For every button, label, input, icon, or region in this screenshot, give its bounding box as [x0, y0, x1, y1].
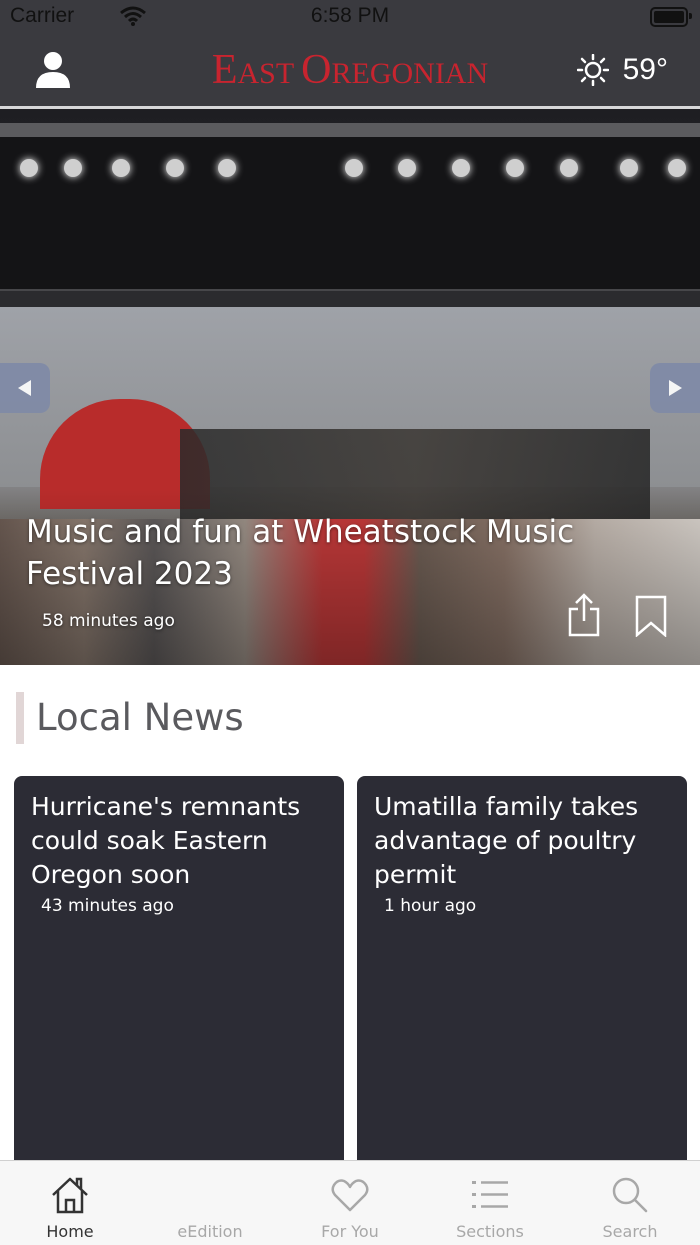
- section-title[interactable]: Local News: [36, 696, 244, 739]
- previous-slide-button[interactable]: [0, 363, 50, 413]
- hero-headline[interactable]: Music and fun at Wheatstock Music Festiv…: [26, 511, 586, 595]
- status-bar: Carrier 6:58 PM: [0, 0, 700, 34]
- app-header: EAST OREGONIAN 59°: [0, 34, 700, 109]
- bookmark-icon[interactable]: [634, 595, 668, 637]
- arrow-right-icon: [669, 380, 682, 396]
- hero-timestamp: 58 minutes ago: [42, 611, 175, 631]
- status-time: 6:58 PM: [310, 4, 390, 27]
- battery-icon: [650, 7, 692, 27]
- hero-carousel[interactable]: Music and fun at Wheatstock Music Festiv…: [0, 109, 700, 665]
- news-card-title[interactable]: Hurricane's remnants could soak Eastern …: [31, 790, 331, 892]
- share-icon[interactable]: [566, 593, 602, 637]
- tab-label: Home: [46, 1222, 94, 1241]
- tab-home[interactable]: Home: [0, 1161, 140, 1245]
- tab-label: eEdition: [177, 1222, 243, 1241]
- tab-label: For You: [321, 1222, 379, 1241]
- news-card[interactable]: Umatilla family takes advantage of poult…: [357, 776, 687, 1176]
- temperature: 59°: [622, 53, 668, 86]
- news-card[interactable]: Hurricane's remnants could soak Eastern …: [14, 776, 344, 1176]
- tab-eedition[interactable]: eEdition: [140, 1161, 280, 1245]
- home-icon: [52, 1177, 88, 1214]
- news-card-title[interactable]: Umatilla family takes advantage of poult…: [374, 790, 674, 892]
- weather-widget[interactable]: 59°: [576, 52, 668, 88]
- arrow-left-icon: [18, 380, 31, 396]
- sun-icon: [576, 54, 609, 86]
- next-slide-button[interactable]: [650, 363, 700, 413]
- tab-sections[interactable]: Sections: [420, 1161, 560, 1245]
- search-icon: [612, 1177, 648, 1213]
- tab-for-you[interactable]: For You: [280, 1161, 420, 1245]
- tab-label: Sections: [456, 1222, 524, 1241]
- list-icon: [472, 1181, 508, 1208]
- news-card-timestamp: 43 minutes ago: [41, 896, 174, 916]
- tab-bar: Home eEdition For You Sections Search: [0, 1160, 700, 1245]
- news-card-timestamp: 1 hour ago: [384, 896, 477, 916]
- heart-icon: [331, 1179, 369, 1212]
- tab-search[interactable]: Search: [560, 1161, 700, 1245]
- tab-label: Search: [602, 1222, 658, 1241]
